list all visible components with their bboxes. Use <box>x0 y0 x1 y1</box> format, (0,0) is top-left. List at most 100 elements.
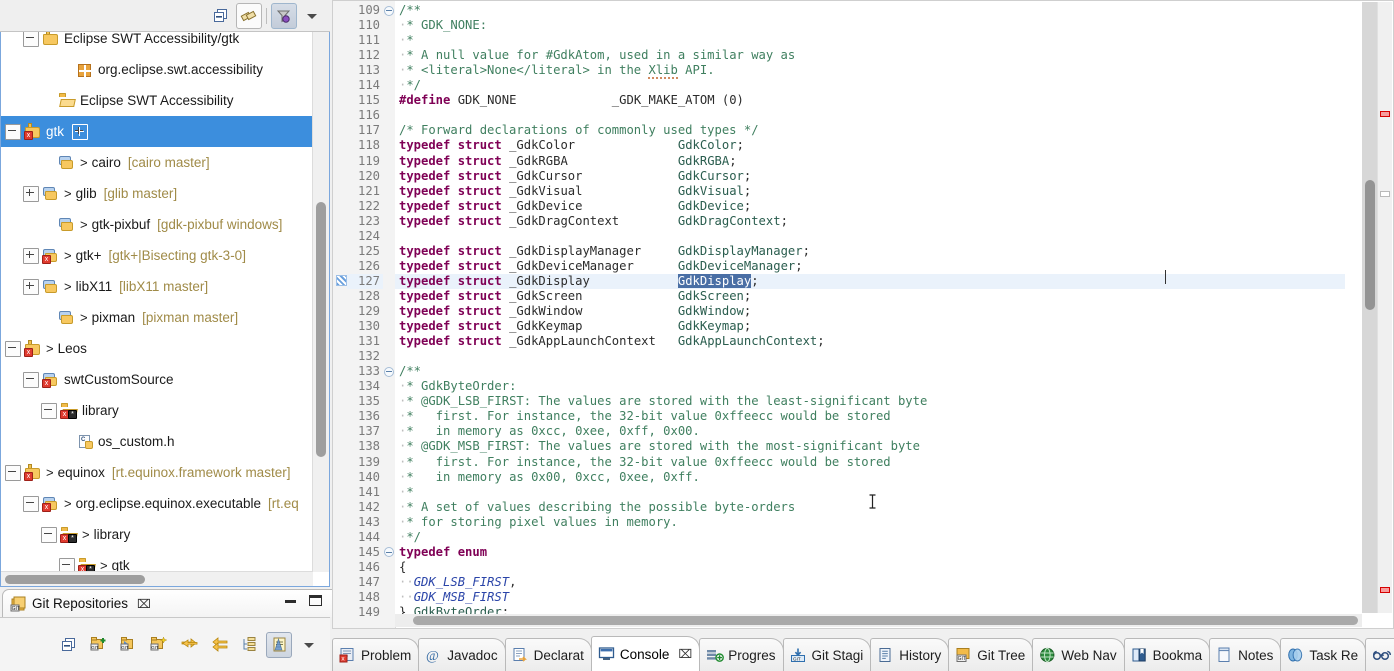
fetch-icon[interactable] <box>176 632 202 658</box>
tree-row[interactable]: x > org.eclipse.equinox.executable [rt.eq <box>1 488 313 519</box>
tree-row[interactable]: x gtk <box>1 116 313 147</box>
hierarchy-layout-icon[interactable] <box>236 632 262 658</box>
view-menu-chevron-icon[interactable] <box>299 3 325 29</box>
bookmark-marker-icon[interactable] <box>336 274 347 286</box>
code-line[interactable]: ·* GdkByteOrder: <box>395 379 1345 394</box>
expand-icon[interactable] <box>23 278 39 295</box>
expand-icon[interactable] <box>23 247 39 264</box>
code-line[interactable]: ·* @GDK_MSB_FIRST: The values are stored… <box>395 439 1345 454</box>
code-line[interactable]: typedef struct _GdkWindow GdkWindow; <box>395 304 1345 319</box>
tab-javadoc[interactable]: @ Javadoc <box>418 638 506 671</box>
code-line[interactable]: ··GDK_MSB_FIRST <box>395 590 1345 605</box>
code-line[interactable] <box>395 108 1345 123</box>
tab-git-tree[interactable]: GIT Git Tree <box>948 638 1034 671</box>
editor-code-area[interactable]: /** ·* GDK_NONE: ·* ·* A null value for #Gd… <box>395 1 1345 614</box>
fold-toggle-icon[interactable] <box>384 5 394 16</box>
tab-web-nav[interactable]: Web Nav <box>1032 638 1125 671</box>
collapse-all-icon[interactable] <box>208 3 234 29</box>
minimize-view-icon[interactable] <box>285 599 296 603</box>
tab-declarat[interactable]: Declarat <box>504 638 592 671</box>
code-line[interactable]: { <box>395 560 1345 575</box>
tree-row[interactable]: x > gtk+ [gtk+|Bisecting gtk-3-0] <box>1 240 313 271</box>
tree-vscroll-thumb[interactable] <box>316 202 326 457</box>
link-with-editor-icon[interactable] <box>236 2 262 29</box>
code-line[interactable]: typedef struct _GdkRGBA GdkRGBA; <box>395 154 1345 169</box>
tab-bookma[interactable]: Bookma <box>1123 638 1211 671</box>
fold-toggle-icon[interactable] <box>384 366 394 377</box>
collapse-icon[interactable] <box>5 340 21 357</box>
maximize-view-icon[interactable] <box>309 595 322 606</box>
add-repository-icon[interactable]: GIT <box>86 632 112 658</box>
tree-horizontal-scrollbar[interactable] <box>1 571 313 586</box>
collapse-icon[interactable] <box>41 402 57 419</box>
code-line[interactable]: ·* first. For instance, the 32-bit value… <box>395 409 1345 424</box>
tree-vertical-scrollbar[interactable] <box>312 32 329 572</box>
tab-progres[interactable]: Progres <box>699 638 784 671</box>
code-line[interactable]: ·* <box>395 33 1345 48</box>
editor-hscroll-thumb[interactable] <box>413 616 1358 625</box>
editor-overview-ruler[interactable] <box>1377 2 1392 613</box>
tree-hscroll-thumb[interactable] <box>5 575 145 584</box>
collapse-icon[interactable] <box>5 464 21 481</box>
collapse-icon[interactable] <box>23 495 39 512</box>
tree-row[interactable]: > libX11 [libX11 master] <box>1 271 313 302</box>
code-line[interactable]: ·*/ <box>395 530 1345 545</box>
code-line[interactable]: ·* @GDK_LSB_FIRST: The values are stored… <box>395 394 1345 409</box>
source-editor[interactable]: 109 110 111 112 113 114 115 116 117 118 119 120 121 1… <box>332 0 1394 629</box>
collapse-icon[interactable] <box>23 32 39 47</box>
tree-row[interactable]: > cairo [cairo master] <box>1 147 313 178</box>
tab-console[interactable]: Console ⌧ <box>590 636 701 671</box>
tab-notes[interactable]: Notes <box>1209 638 1282 671</box>
tree-row[interactable]: > glib [glib master] <box>1 178 313 209</box>
code-line[interactable]: /** <box>395 3 1345 18</box>
code-line[interactable]: typedef struct _GdkDisplayManager GdkDis… <box>395 244 1345 259</box>
collapse-icon[interactable] <box>59 557 75 572</box>
code-line[interactable]: typedef struct _GdkVisual GdkVisual; <box>395 184 1345 199</box>
expand-icon[interactable] <box>23 185 39 202</box>
code-line[interactable]: ·* first. For instance, the 32-bit value… <box>395 455 1345 470</box>
collapse-icon[interactable] <box>23 371 39 388</box>
code-line[interactable]: ·* <literal>None</literal> in the Xlib A… <box>395 63 1345 80</box>
code-line[interactable]: #define GDK_NONE _GDK_MAKE_ATOM (0) <box>395 93 1345 108</box>
tree-row[interactable]: Eclipse SWT Accessibility/gtk <box>1 32 313 54</box>
tab-git-stagi[interactable]: GIT Git Stagi <box>782 638 872 671</box>
code-line[interactable]: typedef struct _GdkDevice GdkDevice; <box>395 199 1345 214</box>
editor-vscroll-thumb[interactable] <box>1365 180 1375 310</box>
code-line[interactable]: typedef struct _GdkKeymap GdkKeymap; <box>395 319 1345 334</box>
code-line[interactable]: typedef struct _GdkCursor GdkCursor; <box>395 169 1345 184</box>
code-line[interactable]: ·* GDK_NONE: <box>395 18 1345 33</box>
code-line[interactable]: typedef struct _GdkAppLaunchContext GdkA… <box>395 334 1345 349</box>
code-line[interactable]: typedef struct _GdkColor GdkColor; <box>395 138 1345 153</box>
tree-row[interactable]: Eclipse SWT Accessibility <box>1 85 313 116</box>
tab-problem[interactable]: x Problem <box>332 638 420 671</box>
tree-row[interactable]: Cos_custom.h <box>1 426 313 457</box>
code-line[interactable]: ··GDK_LSB_FIRST, <box>395 575 1345 590</box>
tab-revi[interactable]: Revi <box>1365 638 1394 671</box>
editor-vertical-scrollbar[interactable] <box>1362 2 1378 613</box>
tree-row[interactable]: x > equinox [rt.equinox.framework master] <box>1 457 313 488</box>
code-line[interactable]: typedef enum <box>395 545 1345 560</box>
view-menu-chevron-icon[interactable] <box>296 632 322 658</box>
code-line[interactable]: ·* A null value for #GdkAtom, used in a … <box>395 48 1345 63</box>
close-icon[interactable]: ⌧ <box>137 597 151 611</box>
fold-toggle-icon[interactable] <box>384 547 394 558</box>
collapse-all-icon[interactable] <box>56 632 82 658</box>
code-line[interactable]: /* Forward declarations of commonly used… <box>395 123 1345 138</box>
error-marker[interactable] <box>1380 587 1390 593</box>
warning-marker[interactable] <box>1380 191 1390 197</box>
link-editor-selection-icon[interactable] <box>266 631 292 658</box>
code-line[interactable]: ·* in memory as 0x00, 0xcc, 0xee, 0xff. <box>395 470 1345 485</box>
tree-row[interactable]: x swtCustomSource <box>1 364 313 395</box>
clone-repository-icon[interactable]: GIT <box>116 632 142 658</box>
code-line[interactable] <box>395 229 1345 244</box>
filter-icon[interactable] <box>271 2 297 29</box>
tree-row[interactable]: x * > gtk <box>1 550 313 572</box>
code-line[interactable]: /** <box>395 364 1345 379</box>
code-line[interactable]: ·*/ <box>395 78 1345 93</box>
editor-horizontal-scrollbar[interactable] <box>395 614 1362 627</box>
tree-row[interactable]: > pixman [pixman master] <box>1 302 313 333</box>
tree-row[interactable]: x * library <box>1 395 313 426</box>
tree-row[interactable]: > gtk-pixbuf [gdk-pixbuf windows] <box>1 209 313 240</box>
pull-icon[interactable] <box>206 632 232 658</box>
repository-tree[interactable]: Eclipse SWT Accessibility/gtk org.eclipse… <box>0 32 330 587</box>
